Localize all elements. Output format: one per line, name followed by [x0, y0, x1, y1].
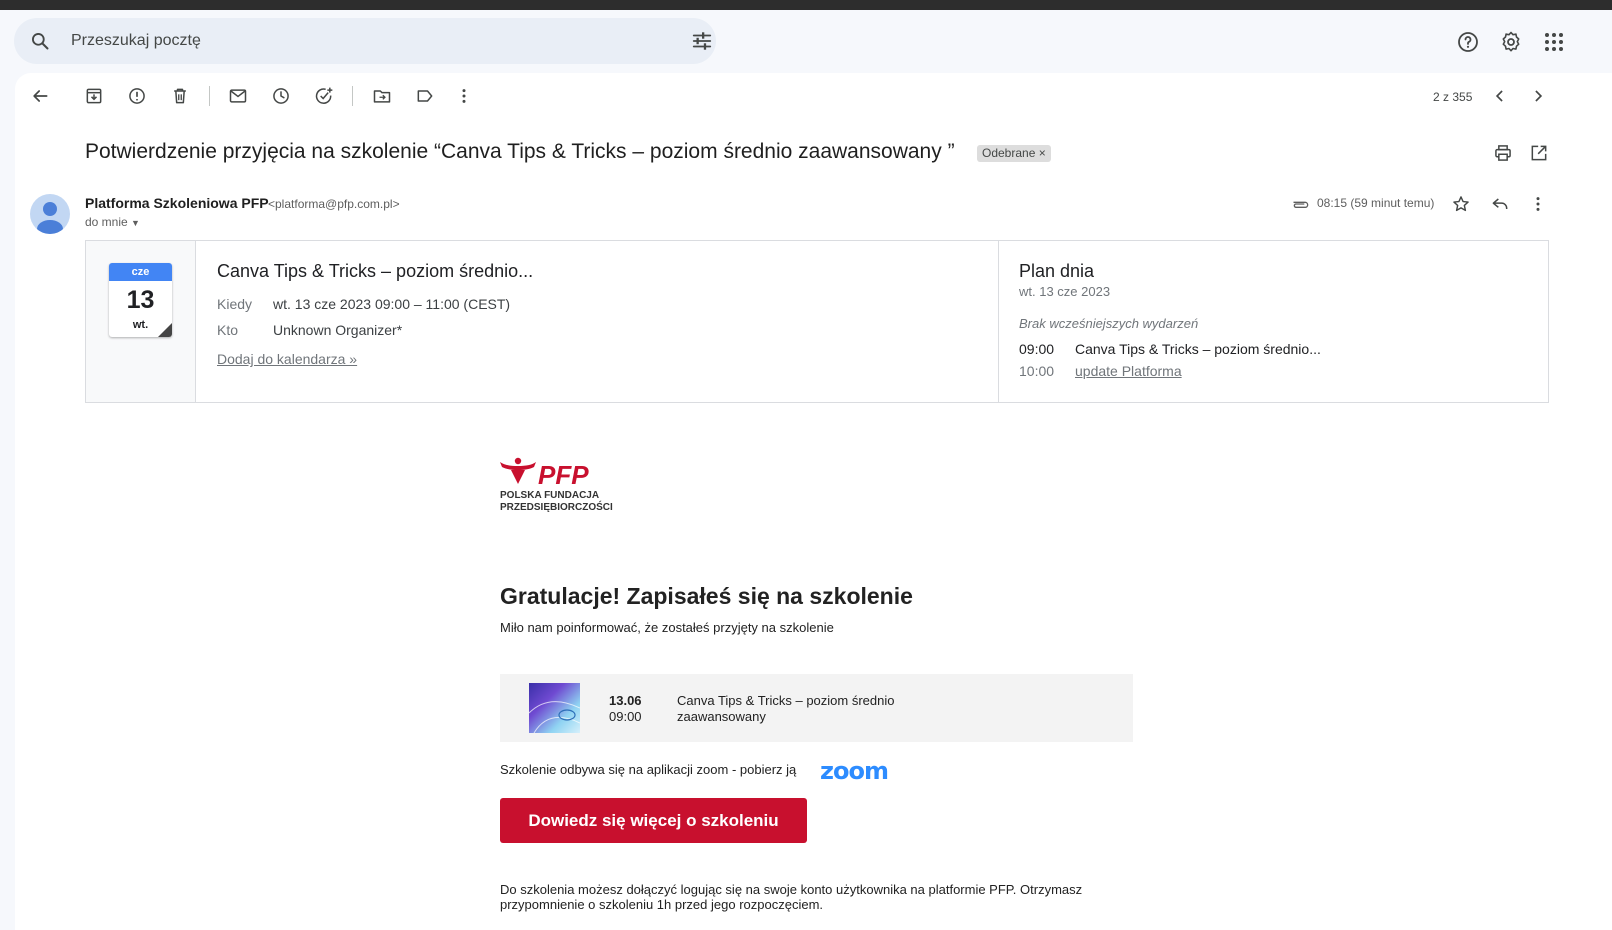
agenda-event-time: 10:00: [1019, 363, 1055, 379]
add-to-calendar-link[interactable]: Dodaj do kalendarza »: [217, 351, 357, 367]
agenda-event-link[interactable]: update Platforma: [1075, 363, 1182, 379]
invite-details: Canva Tips & Tricks – poziom średnio... …: [196, 241, 999, 402]
toolbar-divider: [352, 86, 353, 106]
footer-text: Do szkolenia możesz dołączyć logując się…: [500, 882, 1083, 912]
pfp-logo-subtitle-line: PRZEDSIĘBIORCZOŚCI: [500, 502, 613, 513]
agenda-event-name: Canva Tips & Tricks – poziom średnio...: [1075, 341, 1321, 357]
course-thumbnail: [529, 683, 580, 733]
back-icon[interactable]: [30, 86, 50, 106]
message-more-icon[interactable]: [1528, 194, 1548, 214]
recipient-label: do mnie: [85, 215, 128, 229]
when-label: Kiedy: [217, 296, 253, 312]
course-date: 13.06: [609, 693, 642, 708]
pfp-logo-subtitle: POLSKA FUNDACJA PRZEDSIĘBIORCZOŚCI: [500, 490, 613, 514]
add-task-icon[interactable]: [314, 86, 334, 106]
message-counter: 2 z 355: [1433, 90, 1473, 104]
avatar[interactable]: [30, 194, 70, 234]
mark-unread-icon[interactable]: [228, 86, 248, 106]
open-new-window-icon[interactable]: [1529, 143, 1549, 163]
print-icon[interactable]: [1493, 143, 1513, 163]
search-input[interactable]: Przeszukaj pocztę: [71, 32, 201, 50]
apps-icon[interactable]: [1542, 30, 1566, 54]
agenda-title: Plan dnia: [1019, 261, 1095, 281]
message-time: 08:15 (59 minut temu): [1317, 196, 1435, 210]
invite-calendar-panel: cze 13 wt.: [86, 241, 196, 402]
agenda-date: wt. 13 cze 2023: [1019, 284, 1111, 299]
reply-icon[interactable]: [1490, 194, 1510, 214]
settings-icon[interactable]: [1499, 30, 1523, 54]
chevron-down-icon[interactable]: ▼: [131, 218, 140, 228]
toolbar-divider: [209, 86, 210, 106]
inbox-label: Odebrane: [982, 146, 1036, 160]
intro-text: Miło nam poinformować, że zostałeś przyj…: [500, 620, 834, 635]
email-subject: Potwierdzenie przyjęcia na szkolenie “Ca…: [85, 140, 955, 163]
archive-icon[interactable]: [84, 86, 104, 106]
zoom-info-text: Szkolenie odbywa się na aplikacji zoom -…: [500, 762, 797, 777]
agenda-event-time: 09:00: [1019, 341, 1055, 357]
more-icon[interactable]: [454, 86, 474, 106]
who-value: Unknown Organizer*: [273, 322, 403, 338]
delete-icon[interactable]: [170, 86, 190, 106]
agenda-no-earlier: Brak wcześniejszych wydarzeń: [1019, 316, 1199, 331]
who-label: Kto: [217, 322, 239, 338]
course-card[interactable]: 13.06 09:00 Canva Tips & Tricks – poziom…: [500, 674, 1133, 742]
invite-title: Canva Tips & Tricks – poziom średnio...: [217, 261, 534, 281]
sender-email: <platforma@pfp.com.pl>: [268, 197, 400, 211]
help-icon[interactable]: [1456, 30, 1480, 54]
search-icon[interactable]: [30, 31, 50, 51]
move-to-icon[interactable]: [372, 86, 392, 106]
congrats-heading: Gratulacje! Zapisałeś się na szkolenie: [500, 583, 913, 609]
day-agenda: Plan dnia wt. 13 cze 2023 Brak wcześniej…: [999, 241, 1548, 402]
calendar-invite: cze 13 wt. Canva Tips & Tricks – poziom …: [85, 240, 1549, 403]
calendar-fold: [158, 323, 172, 337]
course-name: Canva Tips & Tricks – poziom średnio zaa…: [677, 693, 895, 724]
pfp-logo-subtitle-line: POLSKA FUNDACJA: [500, 490, 600, 501]
sender-name[interactable]: Platforma Szkoleniowa PFP: [85, 195, 269, 211]
recipient-details[interactable]: do mnie ▼: [85, 215, 140, 229]
attachment-icon: [1291, 194, 1311, 214]
remove-label-icon[interactable]: ×: [1039, 146, 1046, 160]
when-value: wt. 13 cze 2023 09:00 – 11:00 (CEST): [273, 296, 511, 312]
course-hour: 09:00: [609, 709, 642, 724]
top-border: [0, 0, 1612, 10]
tune-icon[interactable]: [691, 30, 713, 52]
report-spam-icon[interactable]: [127, 86, 147, 106]
snooze-icon[interactable]: [271, 86, 291, 106]
chevron-left-icon[interactable]: [1490, 86, 1510, 106]
chevron-right-icon[interactable]: [1528, 86, 1548, 106]
star-icon[interactable]: [1451, 194, 1471, 214]
label-icon[interactable]: [415, 86, 435, 106]
pfp-logo-text: PFP: [538, 460, 589, 489]
search-bar[interactable]: Przeszukaj pocztę: [14, 18, 716, 64]
calendar-day: 13: [126, 286, 155, 314]
inbox-label-chip[interactable]: Odebrane ×: [977, 145, 1051, 162]
calendar-month: cze: [109, 263, 172, 281]
learn-more-button[interactable]: Dowiedz się więcej o szkoleniu: [500, 798, 807, 843]
calendar-date-icon: cze 13 wt.: [109, 263, 172, 337]
zoom-logo-link[interactable]: zoom: [820, 757, 889, 785]
